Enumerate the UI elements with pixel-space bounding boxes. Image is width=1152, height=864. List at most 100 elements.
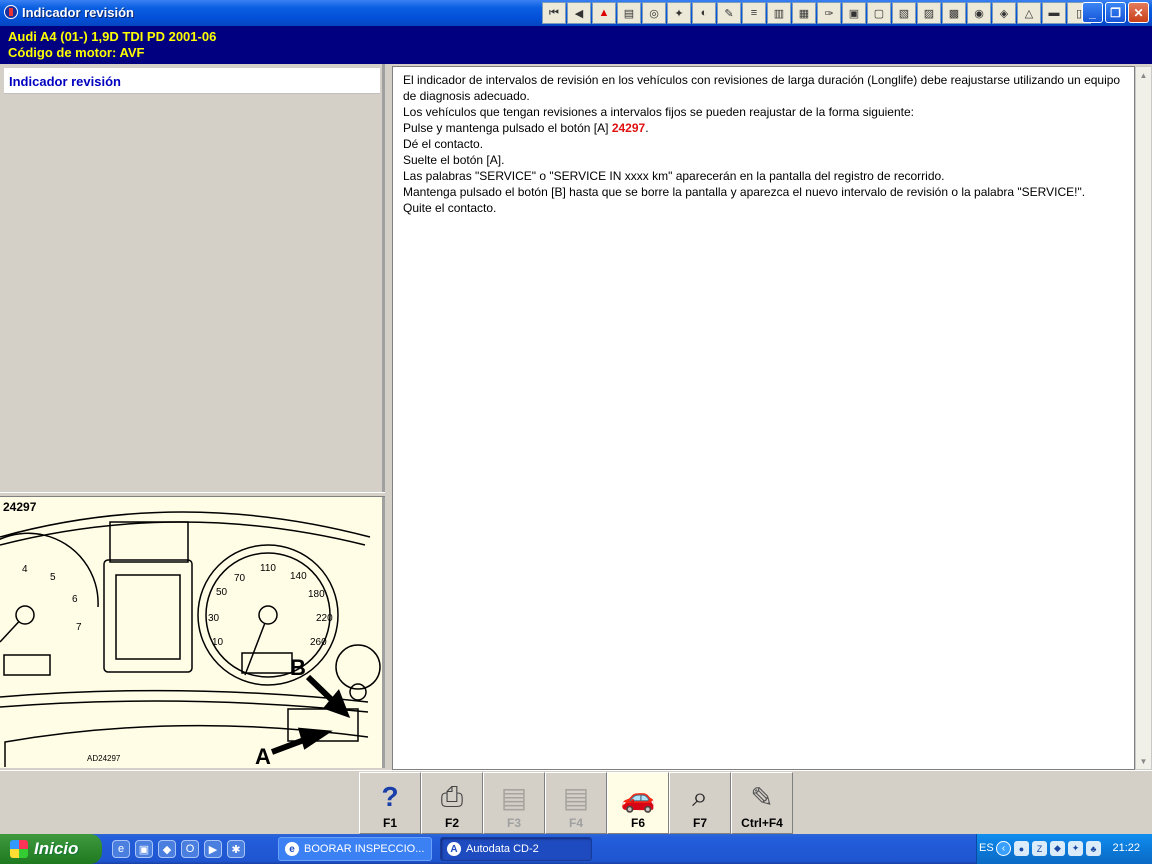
help-button[interactable]: ? F1 xyxy=(359,772,421,834)
start-button[interactable]: Inicio xyxy=(0,834,102,864)
svg-text:7: 7 xyxy=(76,622,82,633)
fkey-label: F7 xyxy=(692,816,707,830)
engine-icon[interactable]: ▥ xyxy=(767,2,791,24)
svg-text:140: 140 xyxy=(290,571,307,582)
vertical-splitter[interactable] xyxy=(385,64,392,769)
scroll-down-icon[interactable]: ▼ xyxy=(1136,753,1151,769)
callout-a: A xyxy=(255,744,271,768)
first-page-icon[interactable]: ⏮ xyxy=(542,2,566,24)
scroll-up-icon[interactable]: ▲ xyxy=(1136,67,1151,83)
tray-security-icon[interactable]: ● xyxy=(1014,841,1029,856)
desktop-icon[interactable]: ▣ xyxy=(135,840,153,858)
instruction-text: Quite el contacto. xyxy=(403,201,497,215)
instruction-text-part: . xyxy=(645,121,649,135)
app-icon[interactable] xyxy=(4,5,18,19)
autodata-icon: A xyxy=(447,842,461,856)
component-icon[interactable]: ◎ xyxy=(642,2,666,24)
instruction-text: Pulse y mantenga pulsado el botón [A] 24… xyxy=(393,120,1134,136)
minimize-button[interactable]: _ xyxy=(1082,2,1103,23)
tray-user-icon[interactable]: ♣ xyxy=(1086,841,1101,856)
print-button[interactable]: ⎙ F2 xyxy=(421,772,483,834)
notes-icon: ✎ xyxy=(750,781,774,813)
notes-button[interactable]: ✎ Ctrl+F4 xyxy=(731,772,793,834)
tool-icon[interactable]: ✱ xyxy=(227,840,245,858)
topic-list-panel: Indicador revisión xyxy=(0,64,385,494)
fkey-label: F6 xyxy=(630,816,645,830)
svg-text:70: 70 xyxy=(234,573,246,584)
opera-icon[interactable]: O xyxy=(181,840,199,858)
figure-reference-link[interactable]: 24297 xyxy=(612,121,645,135)
svg-text:180: 180 xyxy=(308,589,325,600)
vertical-scrollbar[interactable]: ▲ ▼ xyxy=(1135,66,1152,770)
chart-icon[interactable]: ▤ xyxy=(617,2,641,24)
key-icon[interactable]: ✑ xyxy=(817,2,841,24)
f4-button[interactable]: ▤ F4 xyxy=(545,772,607,834)
svg-text:50: 50 xyxy=(216,587,228,598)
system-tray: ES ‹ ● Z ◆ ✦ ♣ 21:22 xyxy=(976,834,1152,864)
ecu-icon[interactable]: ▢ xyxy=(867,2,891,24)
car-icon[interactable]: ▣ xyxy=(842,2,866,24)
tray-shield-icon[interactable]: ◆ xyxy=(1050,841,1065,856)
pages-icon: ▤ xyxy=(562,781,590,813)
service-indicator-button[interactable]: 🚗 F6 xyxy=(607,772,669,834)
taskbar: Inicio e ▣ ◆ O ▶ ✱ e BOORAR INSPECCIO...… xyxy=(0,834,1152,864)
instrument-cluster-figure: 4 5 6 7 70 110 140 50 180 30 220 10 260 B A 2429… xyxy=(0,497,385,768)
svg-text:110: 110 xyxy=(260,563,276,574)
instructions-pane: El indicador de intervalos de revisión e… xyxy=(392,66,1135,770)
vehicle-header: Audi A4 (01-) 1,9D TDI PD 2001-06 Código… xyxy=(0,26,1152,64)
connector-icon[interactable]: ▧ xyxy=(892,2,916,24)
instruction-text: Suelte el botón [A]. xyxy=(403,153,505,167)
window-title: Indicador revisión xyxy=(22,5,134,20)
close-button[interactable]: ✕ xyxy=(1128,2,1149,23)
app-icon[interactable]: ◆ xyxy=(158,840,176,858)
ac-icon[interactable]: ▬ xyxy=(1042,2,1066,24)
taskbar-item-browser[interactable]: e BOORAR INSPECCIO... xyxy=(278,837,432,861)
brake-icon[interactable]: ◉ xyxy=(967,2,991,24)
quick-launch: e ▣ ◆ O ▶ ✱ xyxy=(112,840,245,858)
f3-button[interactable]: ▤ F3 xyxy=(483,772,545,834)
taskbar-item-autodata[interactable]: A Autodata CD-2 xyxy=(440,837,592,861)
callout-b: B xyxy=(290,655,306,680)
steering-icon[interactable]: △ xyxy=(1017,2,1041,24)
svg-text:220: 220 xyxy=(316,613,333,624)
start-label: Inicio xyxy=(34,839,79,858)
instruction-text: Los vehículos que tengan revisiones a in… xyxy=(403,105,914,119)
pages-icon: ▤ xyxy=(500,781,528,813)
help-icon: ? xyxy=(381,781,399,812)
media-icon[interactable]: ▶ xyxy=(204,840,222,858)
fkey-label: Ctrl+F4 xyxy=(741,816,783,830)
service-icon[interactable]: ◈ xyxy=(992,2,1016,24)
prev-page-icon[interactable]: ◀ xyxy=(567,2,591,24)
figure-code: AD24297 xyxy=(87,754,121,763)
tray-zonealarm-icon[interactable]: Z xyxy=(1032,841,1047,856)
tray-network-icon[interactable]: ✦ xyxy=(1068,841,1083,856)
timing-icon[interactable]: ≡ xyxy=(742,2,766,24)
tools-icon[interactable]: ✦ xyxy=(667,2,691,24)
diagnostics-icon[interactable]: ▦ xyxy=(792,2,816,24)
search-button[interactable]: ⌕ F7 xyxy=(669,772,731,834)
figure-number: 24297 xyxy=(3,500,37,514)
ie-icon: e xyxy=(285,842,299,856)
language-indicator[interactable]: ES xyxy=(979,842,994,854)
fkey-label: F4 xyxy=(568,816,583,830)
restore-button[interactable]: ❐ xyxy=(1105,2,1126,23)
warning-icon[interactable]: ▲ xyxy=(592,2,616,24)
svg-text:4: 4 xyxy=(22,564,28,575)
instruction-text: Dé el contacto. xyxy=(403,137,484,151)
title-bar: Indicador revisión ⏮ ◀ ▲ ▤ ◎ ✦ ◐ ✎ ≡ ▥ ▦… xyxy=(0,0,1152,26)
gauge-icon[interactable]: ◐ xyxy=(692,2,716,24)
show-hidden-icons-icon[interactable]: ‹ xyxy=(996,841,1011,856)
wrench-icon[interactable]: ✎ xyxy=(717,2,741,24)
car-service-icon: 🚗 xyxy=(620,781,656,813)
injection-icon[interactable]: ▩ xyxy=(942,2,966,24)
fkey-label: F1 xyxy=(382,816,397,830)
engine-code: Código de motor: AVF xyxy=(8,45,145,60)
instruction-text-part: Pulse y mantenga pulsado el botón [A] xyxy=(403,121,612,135)
topic-item-label: Indicador revisión xyxy=(9,74,121,89)
fkey-label: F3 xyxy=(506,816,521,830)
ie-icon[interactable]: e xyxy=(112,840,130,858)
instrument-cluster-drawing: 4 5 6 7 70 110 140 50 180 30 220 10 260 B A xyxy=(0,511,381,768)
repair-icon[interactable]: ▨ xyxy=(917,2,941,24)
topic-item-indicador-revision[interactable]: Indicador revisión xyxy=(4,68,380,94)
svg-text:10: 10 xyxy=(212,637,224,648)
